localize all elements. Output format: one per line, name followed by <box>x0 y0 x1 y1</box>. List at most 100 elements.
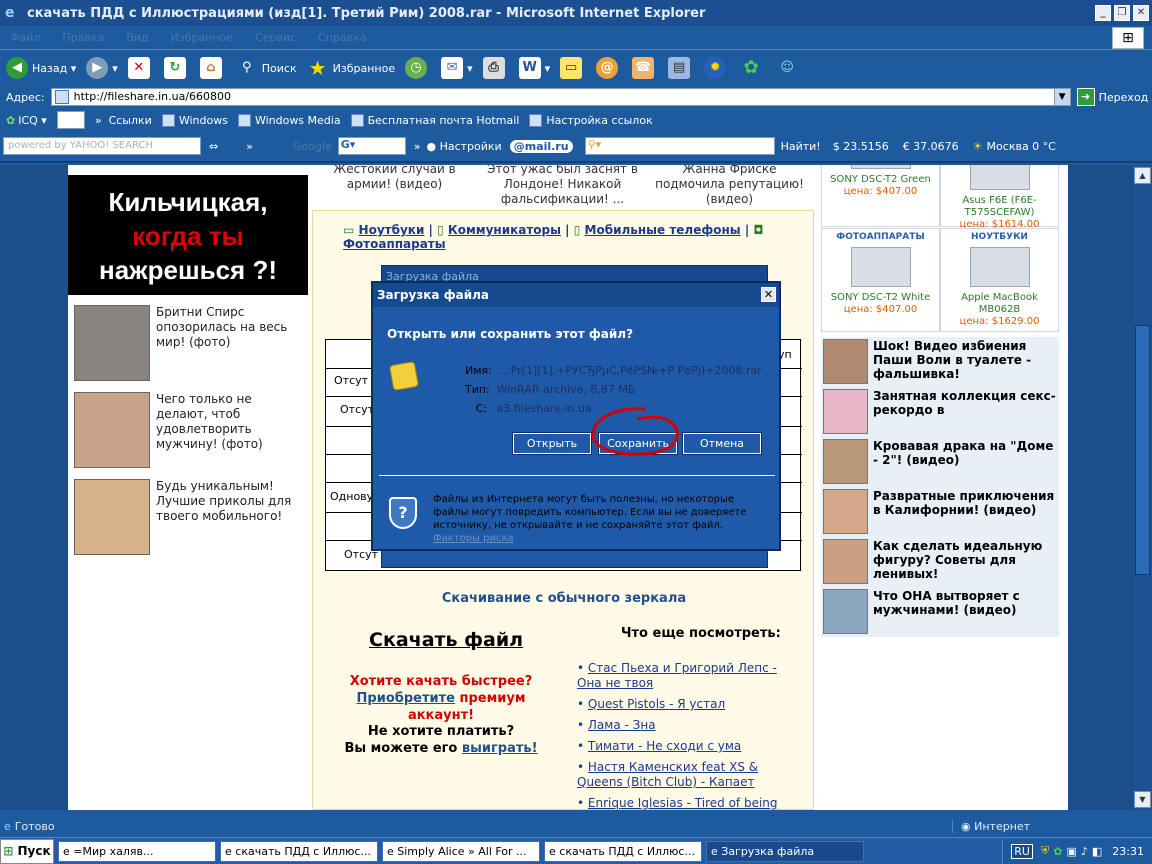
minimize-button[interactable]: _ <box>1095 5 1111 21</box>
link-hotmail[interactable]: Бесплатная почта Hotmail <box>350 113 519 127</box>
link-windows-media[interactable]: Windows Media <box>237 113 341 127</box>
list-item[interactable]: • Тимати - Не сходи с ума <box>577 739 805 754</box>
scroll-down-button[interactable]: ▼ <box>1134 791 1151 808</box>
news-thumbnail <box>823 589 868 634</box>
history-button[interactable]: ◷ <box>405 57 431 79</box>
risk-factors-link[interactable]: Факторы риска <box>433 533 514 544</box>
settings-button[interactable]: ● Настройки <box>426 140 501 153</box>
yahoo-search-input[interactable]: powered by YAHOO! SEARCH <box>3 137 201 155</box>
volume-icon[interactable]: ♪ <box>1081 845 1088 858</box>
address-dropdown[interactable]: ▼ <box>1053 89 1070 105</box>
taskbar-item[interactable]: e Simply Alice » All For ... <box>382 840 540 862</box>
mail-ru-search-input[interactable]: ⚲▾ <box>584 137 775 155</box>
product-card[interactable]: НОУТБУКИ Apple MacBook MB062B цена: $162… <box>940 228 1059 332</box>
status-text: Готово <box>14 819 55 833</box>
gear-button[interactable]: ✹ <box>704 57 730 79</box>
left-news-item[interactable]: Будь уникальным! Лучшие приколы для твое… <box>74 479 304 555</box>
back-button[interactable]: ◀ Назад ▾ <box>6 57 76 79</box>
close-button[interactable]: ✕ <box>1133 5 1149 21</box>
print-button[interactable]: ⎙ <box>482 57 509 79</box>
buy-premium-link[interactable]: Приобретите <box>357 691 455 706</box>
go-button[interactable]: ➔ Переход <box>1076 88 1148 106</box>
list-item[interactable]: • Лама - Зна <box>577 718 805 733</box>
category-phones[interactable]: Мобильные телефоны <box>585 223 741 237</box>
product-card[interactable]: SONY DSC-T2 Green цена: $407.00 <box>821 165 940 227</box>
find-button[interactable]: Найти! <box>781 140 821 153</box>
product-card[interactable]: ФОТОАППАРАТЫ SONY DSC-T2 White цена: $40… <box>821 228 940 332</box>
right-news-item[interactable]: Шок! Видео избиения Паши Воли в туалете … <box>821 337 1059 387</box>
vertical-scrollbar[interactable]: ▲ ▼ <box>1133 165 1152 810</box>
taskbar-item[interactable]: e скачать ПДД с Иллюс... <box>220 840 378 862</box>
list-item[interactable]: • Enrique Iglesias - Tired of being sorr… <box>577 796 805 810</box>
icq-toolbar-button[interactable]: ✿ ICQ ▾ <box>6 114 47 127</box>
right-news-item[interactable]: Кровавая драка на "Доме - 2"! (видео) <box>821 437 1059 487</box>
ad-banner[interactable]: Кильчицкая, когда ты нажрешься ?! <box>68 175 308 295</box>
scroll-thumb[interactable] <box>1135 325 1150 575</box>
menu-edit[interactable]: Правка <box>62 31 104 44</box>
start-button[interactable]: ⊞ Пуск <box>0 838 54 864</box>
menu-favorites[interactable]: Избранное <box>171 31 233 44</box>
link-customize[interactable]: Настройка ссылок <box>529 113 653 127</box>
forward-button[interactable]: ▶ ▾ <box>86 57 118 79</box>
security-tray-icon[interactable]: ⛨ <box>1041 844 1049 858</box>
icq-tray-icon[interactable]: ✿ <box>1053 845 1062 858</box>
taskbar-item-active[interactable]: e Загрузка файла <box>706 840 864 862</box>
product-card[interactable]: Asus F6E (F6E-T575SCEFAW) цена: $1614.00 <box>940 165 1059 230</box>
home-button[interactable]: ⌂ <box>199 57 226 79</box>
network-tray-icon[interactable]: ▣ <box>1066 845 1076 858</box>
taskbar-item[interactable]: e =Мир халяв... <box>58 840 216 862</box>
icq-button[interactable]: @ <box>596 57 622 79</box>
stop-icon: ✕ <box>127 57 150 79</box>
print-icon: ⎙ <box>482 57 505 79</box>
scroll-up-button[interactable]: ▲ <box>1134 167 1151 184</box>
google-search-input[interactable]: G▾ <box>337 137 406 155</box>
link-windows[interactable]: Windows <box>161 113 228 127</box>
list-item[interactable]: • Настя Каменских feat XS & Queens (Bitc… <box>577 760 805 790</box>
links-label[interactable]: » Ссылки <box>95 114 152 127</box>
status-bar: e Готово ◉ Интернет <box>0 816 1152 836</box>
tray-extra-icon[interactable]: ◧ <box>1092 845 1102 858</box>
cancel-button[interactable]: Отмена <box>682 432 762 455</box>
category-cameras[interactable]: Фотоаппараты <box>343 237 446 251</box>
category-communicators[interactable]: Коммуникаторы <box>448 223 561 237</box>
taskbar-item[interactable]: e скачать ПДД с Иллюс... <box>544 840 702 862</box>
top-news-item[interactable]: Жестокий случай в армии! (видео) <box>312 165 477 192</box>
icq-status-box[interactable] <box>56 111 85 129</box>
menu-tools[interactable]: Сервис <box>255 31 296 44</box>
language-indicator[interactable]: RU <box>1011 843 1033 859</box>
messenger-button[interactable]: ☎ <box>632 57 658 79</box>
download-file-link[interactable]: Скачать файл <box>369 629 523 651</box>
notes-button[interactable]: ▭ <box>560 57 586 79</box>
right-news-item[interactable]: Занятная коллекция секс-рекордо в <box>821 387 1059 437</box>
research-button[interactable]: ▤ <box>668 57 694 79</box>
refresh-button[interactable]: ↻ <box>163 57 190 79</box>
top-news-item[interactable]: Этот ужас был заснят в Лондоне! Никакой … <box>480 165 645 207</box>
search-button[interactable]: ⚲ Поиск <box>236 57 297 79</box>
edit-button[interactable]: W ▾ <box>518 57 550 79</box>
maximize-button[interactable]: ❐ <box>1114 5 1130 21</box>
stop-button[interactable]: ✕ <box>127 57 154 79</box>
open-button[interactable]: Открыть <box>512 432 592 455</box>
category-laptops[interactable]: Ноутбуки <box>359 223 425 237</box>
win-link[interactable]: выиграть! <box>462 741 538 756</box>
address-input[interactable]: http://fileshare.in.ua/660800 ▼ <box>50 88 1071 106</box>
dialog-close-button[interactable]: ✕ <box>761 287 776 302</box>
right-news-item[interactable]: Как сделать идеальную фигуру? Советы для… <box>821 537 1059 587</box>
left-news-item[interactable]: Бритни Спирс опозорилась на весь мир! (ф… <box>74 305 304 381</box>
left-news-item[interactable]: Чего только не делают, чтоб удовлетворит… <box>74 392 304 468</box>
menu-file[interactable]: Файл <box>10 31 40 44</box>
menu-help[interactable]: Справка <box>318 31 366 44</box>
flower-button[interactable]: ✿ <box>740 57 766 79</box>
favorites-button[interactable]: ★ Избранное <box>307 57 395 79</box>
right-news-item[interactable]: Что ОНА вытворяет с мужчинами! (видео) <box>821 587 1059 637</box>
menu-view[interactable]: Вид <box>126 31 148 44</box>
usd-rate: $ 23.5156 <box>832 139 889 153</box>
right-news-item[interactable]: Развратные приключения в Калифорнии! (ви… <box>821 487 1059 537</box>
contacts-button[interactable]: ☺ <box>776 57 802 79</box>
yahoo-arrows[interactable]: ⇔ » <box>209 140 253 153</box>
list-item[interactable]: • Quest Pistols - Я устал <box>577 697 805 712</box>
list-item[interactable]: • Стас Пьеха и Григорий Лепс - Она не тв… <box>577 661 805 691</box>
top-news-item[interactable]: Жанна Фриске подмочила репутацию! (видео… <box>647 165 812 207</box>
product-image <box>850 247 911 287</box>
mail-button[interactable]: ✉ ▾ <box>441 57 473 79</box>
